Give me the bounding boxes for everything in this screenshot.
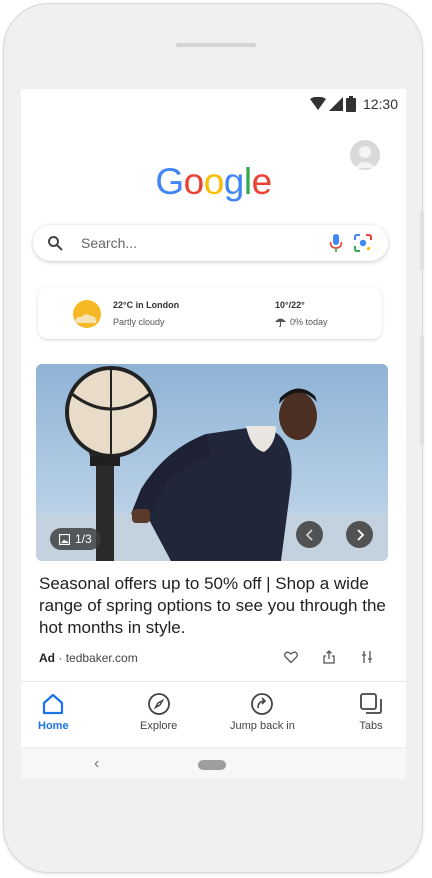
system-navigation-bar: ‹ xyxy=(21,747,406,779)
google-logo: Google xyxy=(21,161,406,203)
tabs-icon xyxy=(360,693,382,714)
speaker-grille xyxy=(176,43,256,47)
status-time: 12:30 xyxy=(362,96,398,112)
nav-explore-label: Explore xyxy=(140,720,178,732)
nav-tabs-label: Tabs xyxy=(359,720,383,732)
status-bar: 12:30 xyxy=(309,95,398,113)
ad-label: Ad xyxy=(39,651,55,665)
screen: 12:30 Google Search... 22°C in London Pa… xyxy=(21,89,406,779)
wifi-icon xyxy=(309,97,326,110)
compass-icon xyxy=(147,693,170,715)
heart-icon[interactable] xyxy=(284,650,298,664)
bottom-navigation: Home Explore Jump back in Tabs xyxy=(21,681,406,746)
weather-rain: 0% today xyxy=(275,317,328,327)
carousel-next-button[interactable] xyxy=(346,521,373,548)
ad-domain[interactable]: tedbaker.com xyxy=(66,651,138,665)
system-back-icon[interactable]: ‹ xyxy=(94,755,99,773)
nav-explore[interactable]: Explore xyxy=(140,692,177,732)
tune-icon[interactable] xyxy=(360,650,374,664)
signal-icon xyxy=(328,97,343,111)
nav-jump-back-label: Jump back in xyxy=(230,720,295,732)
nav-jump-back-in[interactable]: Jump back in xyxy=(230,692,295,732)
logo-letter: g xyxy=(223,161,245,202)
search-icon xyxy=(48,236,63,251)
partly-cloudy-icon xyxy=(73,300,101,328)
nav-home-label: Home xyxy=(38,720,69,732)
search-bar[interactable]: Search... xyxy=(33,225,388,261)
logo-letter: e xyxy=(251,161,273,202)
logo-letter: o xyxy=(203,161,225,202)
chevron-left-icon xyxy=(305,528,313,541)
battery-icon xyxy=(345,96,356,112)
nav-home[interactable]: Home xyxy=(38,692,69,732)
home-icon xyxy=(43,693,64,715)
image-icon xyxy=(59,533,70,545)
umbrella-icon xyxy=(275,318,286,327)
jump-back-icon xyxy=(251,693,274,715)
share-icon[interactable] xyxy=(322,650,336,664)
microphone-icon[interactable] xyxy=(329,233,343,253)
weather-card[interactable]: 22°C in London Partly cloudy 10°/22° 0% … xyxy=(38,287,382,339)
ad-actions xyxy=(284,650,374,664)
carousel-prev-button[interactable] xyxy=(296,521,323,548)
ad-headline[interactable]: Seasonal offers up to 50% off | Shop a w… xyxy=(39,573,389,639)
nav-tabs[interactable]: Tabs xyxy=(359,692,383,732)
weather-condition: Partly cloudy xyxy=(113,317,165,327)
power-button xyxy=(420,335,424,445)
search-input[interactable]: Search... xyxy=(81,235,137,251)
ad-image-carousel[interactable]: 1/3 xyxy=(36,364,388,561)
google-lens-icon[interactable] xyxy=(353,233,373,253)
ad-source: Ad · tedbaker.com xyxy=(39,651,138,665)
weather-location-temp: 22°C in London xyxy=(113,300,180,310)
image-counter-text: 1/3 xyxy=(75,532,92,546)
logo-letter: G xyxy=(155,161,184,202)
weather-rain-text: 0% today xyxy=(290,317,328,327)
volume-button xyxy=(420,212,424,270)
weather-temp-range: 10°/22° xyxy=(275,300,305,310)
separator-dot: · xyxy=(58,651,66,665)
image-counter-badge: 1/3 xyxy=(50,528,101,550)
chevron-right-icon xyxy=(356,528,364,541)
logo-letter: o xyxy=(183,161,205,202)
logo-letter: l xyxy=(243,161,252,202)
system-home-pill[interactable] xyxy=(198,760,226,770)
